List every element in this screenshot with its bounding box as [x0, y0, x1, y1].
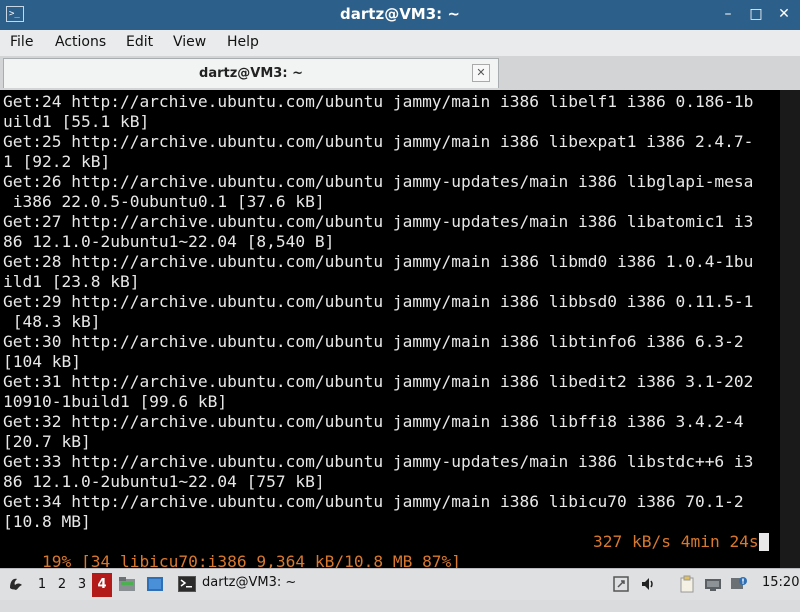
progress-rate-text: 327 kB/s 4min 24s — [593, 532, 759, 551]
volume-icon[interactable] — [640, 575, 658, 593]
workspace-4[interactable]: 4 — [92, 573, 112, 597]
menu-view[interactable]: View — [173, 34, 206, 50]
terminal-line: Get:27 http://archive.ubuntu.com/ubuntu … — [3, 212, 754, 231]
terminal-line: Get:28 http://archive.ubuntu.com/ubuntu … — [3, 252, 754, 271]
terminal-line: [48.3 kB] — [3, 312, 101, 331]
maximize-button[interactable]: □ — [746, 4, 766, 24]
task-title: dartz@VM3: ~ — [202, 575, 297, 590]
terminal-line: Get:32 http://archive.ubuntu.com/ubuntu … — [3, 412, 744, 431]
menu-actions[interactable]: Actions — [55, 34, 106, 50]
menu-bar: File Actions Edit View Help — [0, 30, 800, 56]
terminal-line: Get:24 http://archive.ubuntu.com/ubuntu … — [3, 92, 754, 111]
terminal-area[interactable]: Get:24 http://archive.ubuntu.com/ubuntu … — [0, 90, 800, 571]
terminal-line: Get:31 http://archive.ubuntu.com/ubuntu … — [3, 372, 754, 391]
minimize-button[interactable]: – — [718, 4, 738, 24]
file-manager-icon[interactable] — [118, 575, 136, 593]
terminal-output: Get:24 http://archive.ubuntu.com/ubuntu … — [3, 92, 778, 532]
taskbar: 1 2 3 4 dartz@VM3: ~ 15:20 — [0, 568, 800, 600]
terminal-icon — [178, 576, 196, 592]
terminal-line: 86 12.1.0-2ubuntu1~22.04 [8,540 B] — [3, 232, 335, 251]
terminal-line: Get:26 http://archive.ubuntu.com/ubuntu … — [3, 172, 754, 191]
tab-bar: dartz@VM3: ~ ✕ — [0, 56, 800, 90]
workspace-1[interactable]: 1 — [32, 573, 52, 597]
window-titlebar[interactable]: >_ dartz@VM3: ~ – □ ✕ — [0, 0, 800, 30]
terminal-line: [20.7 kB] — [3, 432, 91, 451]
terminal-tab[interactable]: dartz@VM3: ~ ✕ — [3, 58, 499, 88]
menu-help[interactable]: Help — [227, 34, 259, 50]
tab-close-button[interactable]: ✕ — [472, 64, 490, 82]
terminal-line: i386 22.0.5-0ubuntu0.1 [37.6 kB] — [3, 192, 325, 211]
terminal-line: Get:25 http://archive.ubuntu.com/ubuntu … — [3, 132, 754, 151]
terminal-line: 1 [92.2 kB] — [3, 152, 111, 171]
window-title: dartz@VM3: ~ — [340, 5, 460, 23]
clock[interactable]: 15:20 — [762, 575, 799, 590]
terminal-line: Get:29 http://archive.ubuntu.com/ubuntu … — [3, 292, 754, 311]
menu-file[interactable]: File — [10, 34, 33, 50]
menu-edit[interactable]: Edit — [126, 34, 153, 50]
terminal-line: Get:33 http://archive.ubuntu.com/ubuntu … — [3, 452, 754, 471]
terminal-line: Get:30 http://archive.ubuntu.com/ubuntu … — [3, 332, 744, 351]
workspace-2[interactable]: 2 — [52, 573, 72, 597]
desktop-icon[interactable] — [146, 575, 164, 593]
menu-icon[interactable] — [6, 574, 26, 594]
terminal-line: [10.8 MB] — [3, 512, 91, 531]
text-cursor — [758, 533, 769, 551]
progress-rate: 327 kB/s 4min 24s — [593, 532, 769, 552]
apt-progress-line: 19% [34 libicu70:i386 9,364 kB/10.8 MB 8… — [3, 532, 778, 571]
clipboard-icon[interactable] — [678, 575, 696, 593]
terminal-line: Get:34 http://archive.ubuntu.com/ubuntu … — [3, 492, 744, 511]
close-button[interactable]: ✕ — [774, 4, 794, 24]
terminal-line: 10910-1build1 [99.6 kB] — [3, 392, 228, 411]
terminal-line: [104 kB] — [3, 352, 81, 371]
tab-title: dartz@VM3: ~ — [199, 66, 303, 81]
screen-icon[interactable] — [612, 575, 630, 593]
network-icon[interactable] — [704, 575, 722, 593]
terminal-line: uild1 [55.1 kB] — [3, 112, 150, 131]
terminal-scrollbar[interactable] — [780, 90, 800, 568]
terminal-line: ild1 [23.8 kB] — [3, 272, 140, 291]
update-notifier-icon[interactable] — [730, 575, 748, 593]
workspace-3[interactable]: 3 — [72, 573, 92, 597]
terminal-line: 86 12.1.0-2ubuntu1~22.04 [757 kB] — [3, 472, 325, 491]
